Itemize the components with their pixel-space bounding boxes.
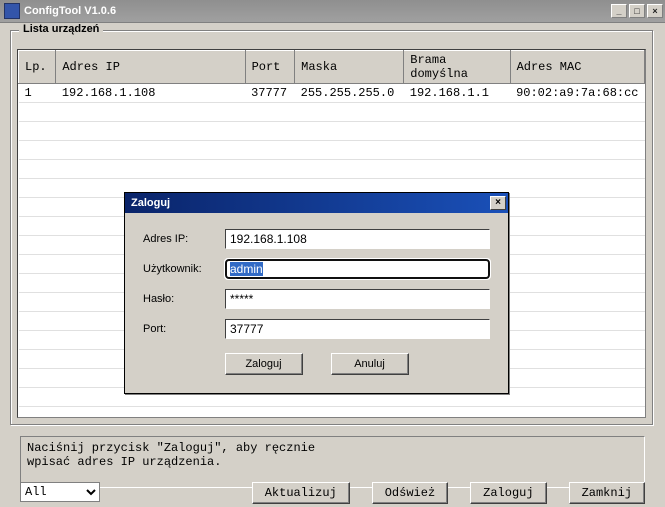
password-input[interactable] bbox=[225, 289, 490, 309]
bottom-row: All Aktualizuj Odśwież Zaloguj Zamknij bbox=[20, 482, 645, 504]
window-title: ConfigTool V1.0.6 bbox=[24, 5, 116, 17]
label-password: Hasło: bbox=[143, 293, 225, 305]
dialog-login-button[interactable]: Zaloguj bbox=[225, 353, 303, 375]
dialog-close-button[interactable]: × bbox=[490, 196, 506, 210]
dialog-titlebar[interactable]: Zaloguj × bbox=[125, 193, 508, 213]
app-icon bbox=[4, 3, 20, 19]
titlebar: ConfigTool V1.0.6 _ □ × bbox=[0, 0, 665, 23]
ip-input[interactable] bbox=[225, 229, 490, 249]
col-lp[interactable]: Lp. bbox=[19, 51, 56, 84]
group-title: Lista urządzeń bbox=[19, 23, 103, 35]
col-mask[interactable]: Maska bbox=[295, 51, 404, 84]
col-gw[interactable]: Brama domyślna bbox=[404, 51, 510, 84]
minimize-button[interactable]: _ bbox=[611, 4, 627, 18]
user-input[interactable] bbox=[225, 259, 490, 279]
window-buttons: _ □ × bbox=[611, 4, 663, 18]
close-main-button[interactable]: Zamknij bbox=[569, 482, 645, 504]
hint-box: Naciśnij przycisk "Zaloguj", aby ręcznie… bbox=[20, 436, 645, 488]
label-port: Port: bbox=[143, 323, 225, 335]
cell-ip: 192.168.1.108 bbox=[56, 84, 245, 103]
dialog-title: Zaloguj bbox=[131, 197, 170, 209]
refresh-button[interactable]: Odśwież bbox=[372, 482, 448, 504]
port-input[interactable] bbox=[225, 319, 490, 339]
login-dialog: Zaloguj × Adres IP: Użytkownik: Hasło: P… bbox=[124, 192, 509, 394]
dialog-cancel-button[interactable]: Anuluj bbox=[331, 353, 409, 375]
hint-line1: Naciśnij przycisk "Zaloguj", aby ręcznie bbox=[27, 441, 638, 455]
hint-line2: wpisać adres IP urządzenia. bbox=[27, 455, 638, 469]
col-mac[interactable]: Adres MAC bbox=[510, 51, 644, 84]
login-button[interactable]: Zaloguj bbox=[470, 482, 546, 504]
close-button[interactable]: × bbox=[647, 4, 663, 18]
cell-port: 37777 bbox=[245, 84, 295, 103]
table-row[interactable]: 1 192.168.1.108 37777 255.255.255.0 192.… bbox=[19, 84, 645, 103]
col-ip[interactable]: Adres IP bbox=[56, 51, 245, 84]
col-port[interactable]: Port bbox=[245, 51, 295, 84]
update-button[interactable]: Aktualizuj bbox=[252, 482, 350, 504]
cell-gw: 192.168.1.1 bbox=[404, 84, 510, 103]
maximize-button[interactable]: □ bbox=[629, 4, 645, 18]
cell-mask: 255.255.255.0 bbox=[295, 84, 404, 103]
cell-lp: 1 bbox=[19, 84, 56, 103]
label-ip: Adres IP: bbox=[143, 233, 225, 245]
cell-mac: 90:02:a9:7a:68:cc bbox=[510, 84, 644, 103]
label-user: Użytkownik: bbox=[143, 263, 225, 275]
filter-select[interactable]: All bbox=[20, 482, 100, 502]
